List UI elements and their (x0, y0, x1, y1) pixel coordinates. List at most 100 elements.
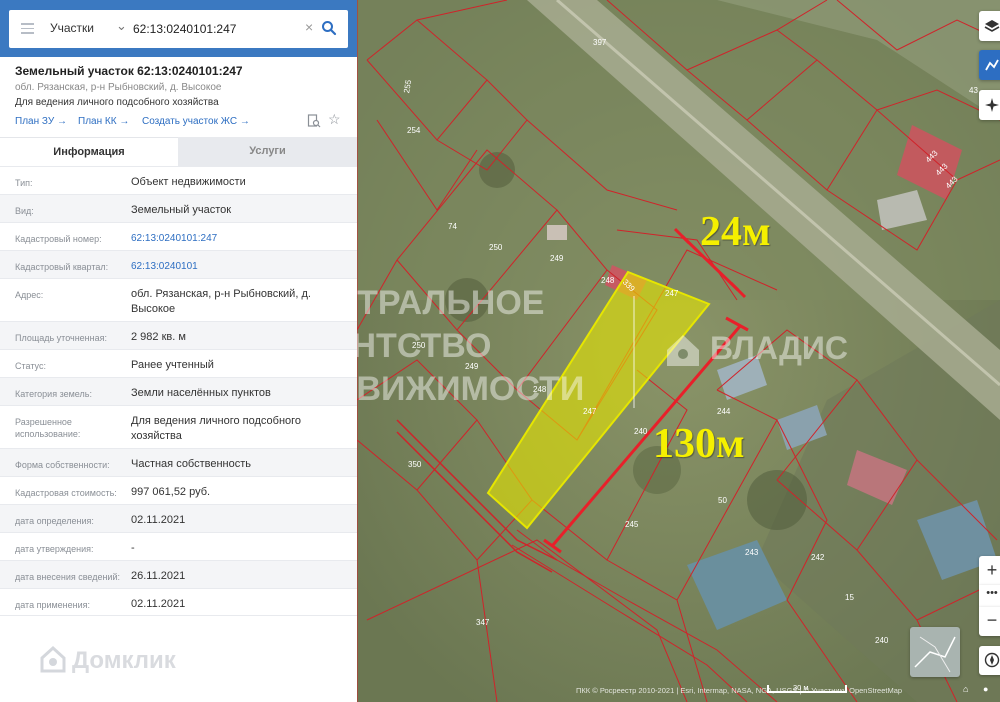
row-value: Объект недвижимости (131, 176, 246, 188)
info-row: Адрес: обл. Рязанская, р-н Рыбновский, д… (0, 278, 357, 321)
tab-information[interactable]: Информация (0, 137, 178, 166)
parcel-label[interactable]: 254 (407, 126, 420, 135)
measure-icon (985, 59, 999, 71)
category-select[interactable]: Участки (50, 21, 94, 35)
parcel-label[interactable]: 15 (845, 593, 854, 602)
cadastral-number-link[interactable]: 62:13:0240101:247 (131, 231, 341, 246)
info-row: Вид: Земельный участок (0, 194, 357, 222)
agency-watermark: ЦЕНТРАЛЬНОЕ (357, 284, 545, 322)
row-value: Земли населённых пунктов (131, 387, 271, 399)
chevron-down-icon[interactable]: ⌄ (116, 18, 127, 34)
row-label: дата применения: (15, 600, 91, 610)
vladis-logo-icon (667, 335, 699, 366)
row-label: дата определения: (15, 516, 94, 526)
more-icon[interactable]: ••• (979, 585, 1000, 607)
person-icon[interactable]: ● (983, 684, 988, 694)
info-row: Тип: Объект недвижимости (0, 166, 357, 194)
map-attribution: ПКК © Росреестр 2010-2021 | Esri, Interm… (576, 686, 903, 695)
row-label: Кадастровая стоимость: (15, 488, 117, 498)
layers-button[interactable] (979, 11, 1000, 41)
info-row: Кадастровая стоимость: 997 061,52 руб. (0, 476, 357, 504)
parcel-label[interactable]: 50 (718, 496, 727, 505)
search-bar: Участки ⌄ × ‹ (0, 0, 357, 57)
row-value: обл. Рязанская, р-н Рыбновский, д. Высок… (131, 288, 311, 315)
row-value: 02.11.2021 (131, 514, 186, 526)
info-row: дата применения: 02.11.2021 (0, 588, 357, 616)
row-label: Категория земель: (15, 389, 92, 399)
cadastral-quarter-link[interactable]: 62:13:0240101 (131, 259, 341, 274)
tab-services[interactable]: Услуги (178, 137, 357, 166)
row-label: Статус: (15, 361, 46, 371)
info-table: Тип: Объект недвижимости Вид: Земельный … (0, 166, 357, 616)
width-dimension-label: 24м (700, 209, 771, 255)
clear-icon[interactable]: × (305, 19, 313, 35)
document-search-icon[interactable] (307, 114, 321, 128)
row-value: 997 061,52 руб. (131, 486, 211, 498)
compass-icon (984, 652, 1000, 668)
parcel-label[interactable]: 350 (408, 460, 421, 469)
search-icon[interactable] (321, 20, 337, 36)
parcel-label[interactable]: 240 (875, 636, 888, 645)
parcel-label[interactable]: 244 (717, 407, 730, 416)
parcel-label[interactable]: 397 (593, 38, 606, 47)
measure-button[interactable] (979, 50, 1000, 80)
parcel-label[interactable]: 240 (634, 427, 647, 436)
home-icon[interactable]: ⌂ (963, 684, 968, 694)
vladis-watermark: ВЛАДИС (710, 330, 848, 366)
agency-watermark: АГЕНТСТВО (357, 327, 492, 365)
row-label: Адрес: (15, 290, 44, 300)
plan-zu-link[interactable]: План ЗУ → (15, 116, 67, 127)
zoom-in-button[interactable]: + (979, 556, 1000, 585)
search-box: Участки ⌄ × (9, 10, 348, 48)
row-value: 02.11.2021 (131, 598, 186, 610)
info-row: Разрешенное использование: Для ведения л… (0, 405, 357, 448)
layers-icon (984, 20, 1000, 32)
info-row: дата внесения сведений: 26.11.2021 (0, 560, 357, 588)
parcel-label[interactable]: 247 (583, 407, 596, 416)
domclick-logo-icon (40, 645, 66, 673)
compass-button[interactable] (979, 646, 1000, 675)
row-value: Ранее учтенный (131, 359, 214, 371)
parcel-label[interactable]: 249 (550, 254, 563, 263)
row-value: Для ведения личного подсобного хозяйства (131, 415, 302, 442)
row-label: дата утверждения: (15, 544, 94, 554)
zoom-out-button[interactable]: − (979, 607, 1000, 636)
row-value: Частная собственность (131, 458, 252, 470)
parcel-label[interactable]: 242 (811, 553, 824, 562)
parcel-label[interactable]: 247 (665, 289, 678, 298)
plan-kk-link[interactable]: План КК → (78, 116, 129, 127)
info-row: Кадастровый номер: 62:13:0240101:247 (0, 222, 357, 250)
locate-button[interactable] (979, 90, 1000, 120)
row-label: Тип: (15, 178, 33, 188)
object-title: Земельный участок 62:13:0240101:247 (15, 64, 243, 78)
info-row: Площадь уточненная: 2 982 кв. м (0, 321, 357, 349)
parcel-label[interactable]: 347 (476, 618, 489, 627)
parcel-label[interactable]: 250 (489, 243, 502, 252)
info-row: Статус: Ранее учтенный (0, 349, 357, 377)
info-row: Категория земель: Земли населённых пункт… (0, 377, 357, 405)
row-value: 26.11.2021 (131, 570, 186, 582)
row-label: Кадастровый номер: (15, 234, 102, 244)
row-label: Площадь уточненная: (15, 333, 107, 343)
parcel-label[interactable]: 243 (745, 548, 758, 557)
minimap-button[interactable] (910, 627, 960, 677)
create-plot-link[interactable]: Создать участок ЖС → (142, 116, 250, 127)
search-input[interactable] (133, 19, 308, 39)
parcel-label[interactable]: 248 (601, 276, 614, 285)
row-label: Форма собственности: (15, 460, 110, 470)
parcel-label[interactable]: 245 (625, 520, 638, 529)
info-row: Кадастровый квартал: 62:13:0240101 (0, 250, 357, 278)
star-icon[interactable]: ☆ (328, 111, 341, 128)
menu-icon[interactable] (21, 23, 34, 34)
cadastral-map[interactable]: 397 255 254 74 250 249 248 339 247 250 2… (357, 0, 1000, 702)
minimap-icon (914, 636, 956, 673)
row-label: Разрешенное использование: (15, 417, 81, 439)
parcel-label[interactable]: 74 (448, 222, 457, 231)
parcel-label[interactable]: 43 (969, 86, 978, 95)
row-value: - (131, 542, 135, 554)
object-address: обл. Рязанская, р-н Рыбновский, д. Высок… (15, 82, 222, 93)
domclick-watermark: Домклик (72, 647, 176, 674)
info-row: дата определения: 02.11.2021 (0, 504, 357, 532)
row-label: Вид: (15, 206, 34, 216)
row-value: 2 982 кв. м (131, 331, 186, 343)
